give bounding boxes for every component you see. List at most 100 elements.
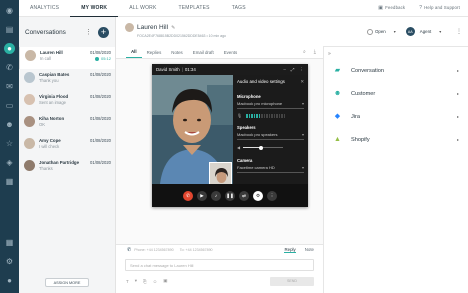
app-shopify[interactable]: ▲ Shopify ▸ <box>324 128 468 151</box>
end-call-button[interactable]: ✆ <box>183 190 193 201</box>
transfer-button[interactable]: ⇄ <box>239 190 249 201</box>
conversation-list: Lauren Hill In call 01/08/2020 05:12 Cas… <box>19 47 115 179</box>
microphone-select[interactable]: Macbook pro microphone ▾ <box>237 101 304 109</box>
tab-email-draft[interactable]: Email draft <box>188 50 219 58</box>
apps-grid-icon[interactable]: ▦ <box>4 237 15 248</box>
left-rail: ◉ ▤ ● ✆ ✉ ▭ ☻ ☆ ◈ ▦ ▦ ⚙ ● <box>0 0 19 293</box>
app-conversation[interactable]: ▰ Conversation ▸ <box>324 59 468 82</box>
mic-level-bar <box>271 113 273 118</box>
mute-button[interactable]: ♪ <box>211 190 221 201</box>
video-title-bar: David Smith | 01:34 – ⤢ ⋮ <box>152 64 308 75</box>
volume-slider[interactable]: ◀ <box>237 145 304 150</box>
volume-slider-handle[interactable] <box>259 145 264 150</box>
star-icon[interactable]: ☆ <box>4 138 15 149</box>
tab-notes[interactable]: Notes <box>166 50 187 58</box>
avatar <box>125 23 134 32</box>
speakers-select[interactable]: Macbook pro speakers ▾ <box>237 132 304 140</box>
feedback-link[interactable]: ▣ Feedback <box>378 5 405 11</box>
assign-more-button[interactable]: ASSIGN MORE <box>45 278 89 287</box>
chevron-down-icon: ▾ <box>301 132 304 137</box>
mic-level-bar <box>278 113 281 118</box>
self-view[interactable] <box>209 162 232 184</box>
tab-replies[interactable]: Replies <box>142 50 167 58</box>
settings-button[interactable]: ⚙ <box>253 190 263 201</box>
list-item[interactable]: Caspian Bates Thank you 01/08/2020 <box>19 69 115 91</box>
mic-level-meter: 🎙 <box>237 113 304 118</box>
mail-icon[interactable]: ✉ <box>4 81 15 92</box>
avatar <box>24 138 35 149</box>
shopify-icon: ▲ <box>334 136 341 143</box>
list-item[interactable]: Jonathan Partridge Thanks 01/08/2020 <box>19 157 115 179</box>
camera-toggle-button[interactable]: ▶ <box>197 190 207 201</box>
list-item[interactable]: Lauren Hill In call 01/08/2020 05:12 <box>19 47 115 69</box>
more-options-button[interactable]: ⋮ <box>267 190 277 201</box>
emoji-icon[interactable]: ☺ <box>153 279 158 284</box>
image-icon[interactable]: ▣ <box>163 278 167 284</box>
conversation-feed: David Smith | 01:34 – ⤢ ⋮ Audio and vide… <box>116 59 323 244</box>
avatar <box>25 50 36 61</box>
mic-level-bar <box>256 113 258 118</box>
logo-icon: ◉ <box>6 5 13 15</box>
caller-name: David Smith <box>156 67 180 72</box>
collapse-icon[interactable]: » <box>324 47 468 59</box>
avatar <box>24 160 35 171</box>
list-item[interactable]: Virginia Flood Sent an image 01/08/2020 <box>19 91 115 113</box>
agent-dropdown[interactable]: AA Agent ▾ <box>396 27 441 36</box>
list-item[interactable]: Amy Cope I will check 01/08/2020 <box>19 135 115 157</box>
camera-select[interactable]: Facetime camera HD ▾ <box>237 165 304 173</box>
tab-all[interactable]: All <box>126 49 142 58</box>
tab-events[interactable]: Events <box>219 50 242 58</box>
tab-templates[interactable]: TEMPLATES <box>168 0 221 17</box>
to-number[interactable]: To: +44 1234567890 <box>180 248 213 252</box>
tab-analytics[interactable]: ANALYTICS <box>19 0 70 17</box>
tab-tags[interactable]: TAGS <box>221 0 257 17</box>
app-jira[interactable]: ◆ Jira ▸ <box>324 105 468 128</box>
phone-icon[interactable]: ✆ <box>4 62 15 73</box>
jira-icon: ◆ <box>334 113 341 120</box>
help-link[interactable]: ? Help and Support <box>419 5 460 11</box>
mic-level-bar <box>248 113 251 118</box>
inbox-icon[interactable]: ▤ <box>4 24 15 35</box>
more-icon[interactable]: ⋮ <box>456 28 462 35</box>
user-avatar[interactable]: ● <box>4 275 15 286</box>
more-icon[interactable]: ⋮ <box>300 67 305 73</box>
edit-icon[interactable]: ✎ <box>171 25 175 31</box>
call-duration: 01:34 <box>184 67 196 72</box>
status-dropdown[interactable]: Open ▾ <box>367 28 396 35</box>
mic-level-bar <box>268 113 271 118</box>
pause-button[interactable]: ❚❚ <box>225 190 235 201</box>
expand-icon[interactable]: ⤢ <box>291 67 295 73</box>
list-item[interactable]: Kiha Norton OK 01/08/2020 <box>19 113 115 135</box>
chat-icon[interactable]: ● <box>4 43 15 54</box>
tab-my-work[interactable]: MY WORK <box>70 0 119 17</box>
download-icon[interactable]: ⤓ <box>314 49 316 55</box>
status-bar: Open ▾ AA Agent ▾ ⋮ <box>323 17 468 47</box>
people-icon: ☻ <box>333 90 342 97</box>
sms-icon[interactable]: ▭ <box>4 100 15 111</box>
attachment-icon[interactable]: ⎘ <box>143 279 147 284</box>
mic-level-bar <box>266 113 268 118</box>
call-controls: ✆ ▶ ♪ ❚❚ ⇄ ⚙ ⋮ <box>152 184 308 207</box>
tab-note[interactable]: Note <box>305 247 314 253</box>
message-input[interactable]: Send a chat message to Lauren Hill <box>125 259 314 271</box>
tab-reply[interactable]: Reply <box>284 247 296 253</box>
tab-all-work[interactable]: ALL WORK <box>118 0 167 17</box>
minimize-icon[interactable]: – <box>283 67 286 73</box>
users-icon[interactable]: ☻ <box>4 119 15 130</box>
mic-level-bar <box>261 113 263 118</box>
reports-icon[interactable]: ▦ <box>4 176 15 187</box>
search-icon[interactable]: ⌕ <box>303 49 306 55</box>
app-root: ◉ ▤ ● ✆ ✉ ▭ ☻ ☆ ◈ ▦ ▦ ⚙ ● ANALYTICS MY W… <box>0 0 468 293</box>
tag-icon[interactable]: ◈ <box>4 157 15 168</box>
text-format-icon[interactable]: T <box>126 279 129 284</box>
conversation-pane: Lauren Hill ✎ FOCA2E4F768815B2DD021562DD… <box>116 17 323 293</box>
chevron-right-icon: ▸ <box>456 137 459 142</box>
app-customer[interactable]: ☻ Customer ▸ <box>324 82 468 105</box>
send-button[interactable]: SEND <box>270 276 314 286</box>
add-conversation-button[interactable]: + <box>98 26 109 38</box>
settings-icon[interactable]: ⚙ <box>4 256 15 267</box>
more-icon[interactable]: ⋮ <box>85 28 92 36</box>
close-icon[interactable]: ✕ <box>300 79 304 85</box>
from-number[interactable]: Phone: +44 1234567890 <box>134 248 173 252</box>
chevron-down-icon[interactable]: ▾ <box>135 278 137 284</box>
